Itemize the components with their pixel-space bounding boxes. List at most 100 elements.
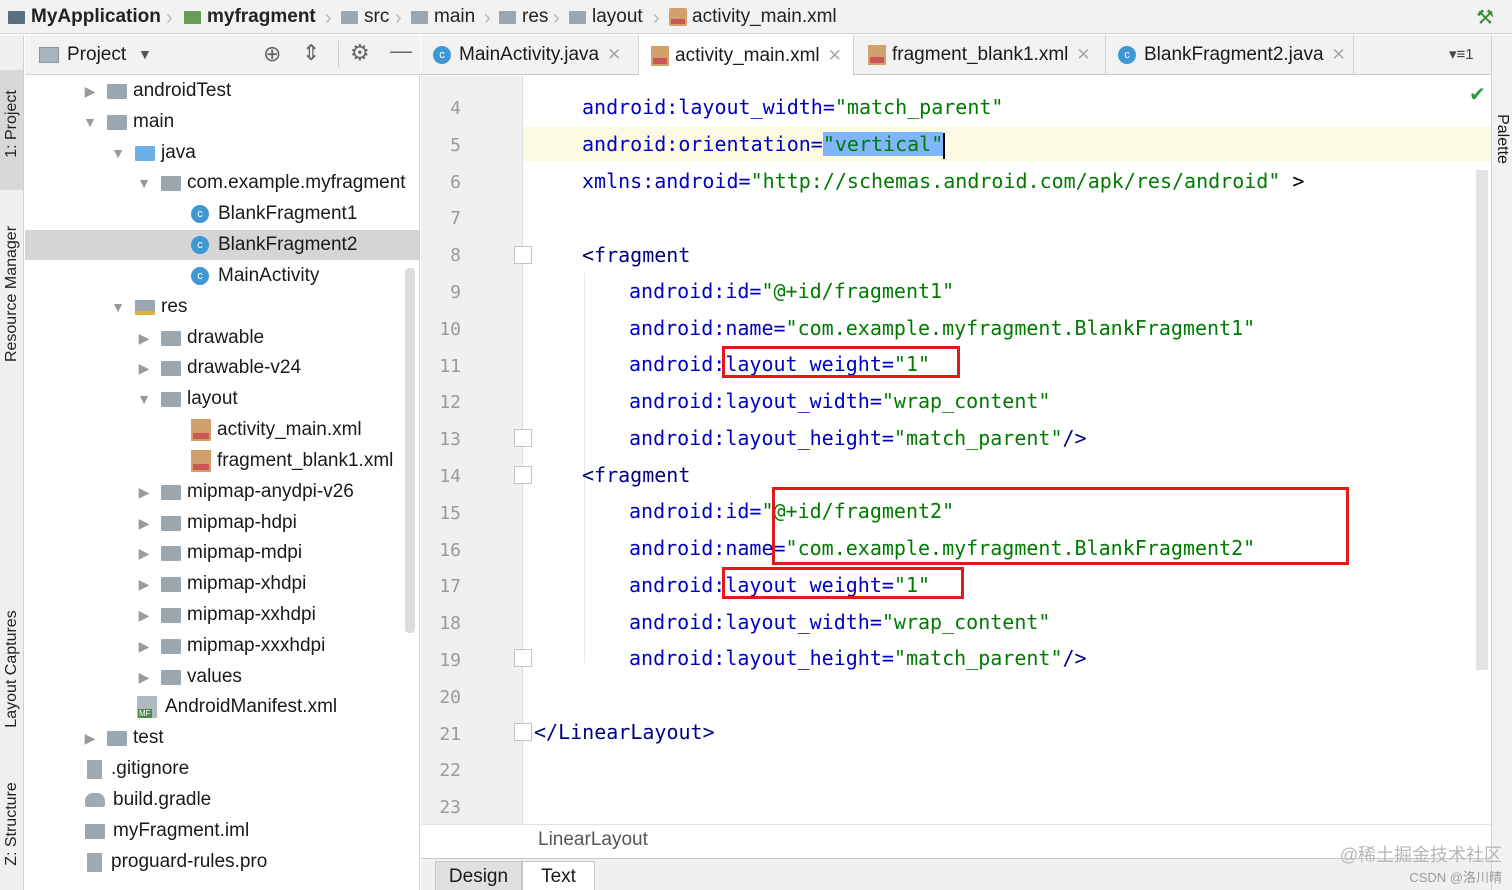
collapse-arrow-icon[interactable]: ▼ [135,175,153,191]
tree-item-mipmap-anydpi[interactable]: ▶ mipmap-anydpi-v26 [25,477,419,507]
tree-item-androidtest[interactable]: ▶ androidTest [25,76,419,106]
close-icon[interactable]: ✕ [828,46,842,66]
tool-tab-structure[interactable]: Z: Structure [3,752,21,890]
locate-icon[interactable]: ⊕ [263,41,281,67]
tool-tab-resource-manager[interactable]: Resource Manager [3,222,21,366]
tree-item-mipmap-xhdpi[interactable]: ▶ mipmap-xhdpi [25,569,419,599]
close-icon[interactable]: ✕ [607,45,621,65]
fold-marker-icon[interactable] [514,723,532,741]
expand-arrow-icon[interactable]: ▶ [135,607,153,624]
tab-list-button[interactable]: ▾≡1 [1449,45,1474,63]
attr-value: "match_parent" [893,426,1063,450]
tree-item-blankfragment1[interactable]: c BlankFragment1 [25,199,419,229]
chevron-right-icon: › [484,7,491,29]
folder-icon [161,607,181,623]
expand-arrow-icon[interactable]: ▶ [135,515,153,532]
tree-item-package[interactable]: ▼ com.example.myfragment [25,168,419,198]
class-icon: c [191,205,209,223]
tab-design[interactable]: Design [435,861,522,890]
tree-item-iml[interactable]: myFragment.iml [25,816,419,846]
tree-item-java[interactable]: ▼ java [25,138,419,168]
hide-panel-icon[interactable]: — [390,38,412,64]
xml-file-icon [191,419,211,441]
collapse-arrow-icon[interactable]: ▼ [109,299,127,315]
tree-item-res[interactable]: ▼ res [25,292,419,322]
gear-icon[interactable]: ⚙ [350,40,370,66]
expand-arrow-icon[interactable]: ▶ [135,638,153,655]
tree-item-fragment-blank1-xml[interactable]: fragment_blank1.xml [25,446,419,476]
fold-marker-icon[interactable] [514,429,532,447]
tree-item-label: proguard-rules.pro [111,851,268,872]
attr-name: android:name= [629,316,786,340]
tree-item-label: activity_main.xml [217,419,362,440]
expand-arrow-icon[interactable]: ▶ [135,330,153,347]
crumb-label: src [364,6,390,27]
tree-item-mipmap-mdpi[interactable]: ▶ mipmap-mdpi [25,538,419,568]
attr-name: android:layout_height= [629,646,894,670]
expand-arrow-icon[interactable]: ▶ [135,545,153,562]
expand-arrow-icon[interactable]: ▶ [135,360,153,377]
folder-icon [161,330,181,346]
expand-arrow-icon[interactable]: ▶ [135,576,153,593]
tree-item-gitignore[interactable]: .gitignore [25,754,419,784]
tree-item-build-gradle[interactable]: build.gradle [25,785,419,815]
tab-blankfragment2-java[interactable]: c BlankFragment2.java ✕ [1106,35,1354,75]
editor-scrollbar[interactable] [1476,170,1488,670]
tool-tab-project[interactable]: 1: Project [3,52,21,196]
crumb-src[interactable]: src [341,0,389,34]
folder-icon [161,391,181,407]
tree-item-mainactivity[interactable]: c MainActivity [25,261,419,291]
tree-item-layout[interactable]: ▼ layout [25,384,419,414]
code-line-5: android:orientation="vertical" [582,126,946,162]
crumb-module[interactable]: myfragment [184,0,316,34]
crumb-project[interactable]: MyApplication [8,0,161,34]
line-number: 21 [439,723,461,745]
fold-marker-icon[interactable] [514,246,532,264]
chevron-down-icon[interactable]: ▼ [138,46,152,62]
tree-item-proguard[interactable]: proguard-rules.pro [25,847,419,877]
expand-arrow-icon[interactable]: ▶ [135,669,153,686]
tab-fragment-blank1-xml[interactable]: fragment_blank1.xml ✕ [854,35,1106,75]
tree-item-blankfragment2[interactable]: c BlankFragment2 [25,230,419,260]
project-view-selector[interactable]: Project [67,44,126,66]
collapse-arrow-icon[interactable]: ▼ [135,391,153,407]
tree-scrollbar[interactable] [405,268,415,633]
tree-item-mipmap-xxhdpi[interactable]: ▶ mipmap-xxhdpi [25,600,419,630]
tab-activity-main-xml[interactable]: activity_main.xml ✕ [639,35,854,76]
crumb-label: MyApplication [31,6,161,27]
tree-item-values[interactable]: ▶ values [25,662,419,692]
tree-item-drawable-v24[interactable]: ▶ drawable-v24 [25,353,419,383]
fold-marker-icon[interactable] [514,649,532,667]
crumb-file[interactable]: activity_main.xml [669,0,837,34]
tree-item-manifest[interactable]: AndroidManifest.xml [25,692,419,722]
tree-item-test[interactable]: ▶ test [25,723,419,753]
crumb-main[interactable]: main [411,0,475,34]
structure-breadcrumb[interactable]: LinearLayout [538,829,648,851]
close-icon[interactable]: ✕ [1332,45,1346,65]
tab-text[interactable]: Text [522,861,595,890]
expand-arrow-icon[interactable]: ▶ [135,484,153,501]
crumb-layout[interactable]: layout [569,0,643,34]
annotation-box-weight-1 [722,346,960,378]
annotation-box-fragment2 [772,487,1349,565]
expand-arrow-icon[interactable]: ▶ [81,730,99,747]
navigation-bar: MyApplication › myfragment › src › main … [0,0,1512,34]
tree-item-label: androidTest [133,80,232,101]
fold-marker-icon[interactable] [514,466,532,484]
tree-item-drawable[interactable]: ▶ drawable [25,323,419,353]
build-hammer-icon[interactable]: ⚒ [1476,5,1494,30]
tool-tab-palette[interactable]: Palette [1493,79,1511,199]
tool-tab-layout-captures[interactable]: Layout Captures [3,597,21,741]
collapse-arrow-icon[interactable]: ▼ [81,114,99,130]
collapse-arrow-icon[interactable]: ▼ [109,145,127,161]
tree-item-mipmap-xxxhdpi[interactable]: ▶ mipmap-xxxhdpi [25,631,419,661]
close-icon[interactable]: ✕ [1076,45,1090,65]
code-editor[interactable]: 4 5 6 7 8 9 10 11 12 13 14 15 16 17 18 19 20 21 22 23 andro… [421,76,1491,824]
crumb-res[interactable]: res [499,0,548,34]
collapse-all-icon[interactable]: ⇕ [302,40,320,66]
tab-mainactivity-java[interactable]: c MainActivity.java ✕ [421,35,639,75]
tree-item-main[interactable]: ▼ main [25,107,419,137]
expand-arrow-icon[interactable]: ▶ [81,83,99,100]
tree-item-activity-main-xml[interactable]: activity_main.xml [25,415,419,445]
tree-item-mipmap-hdpi[interactable]: ▶ mipmap-hdpi [25,508,419,538]
